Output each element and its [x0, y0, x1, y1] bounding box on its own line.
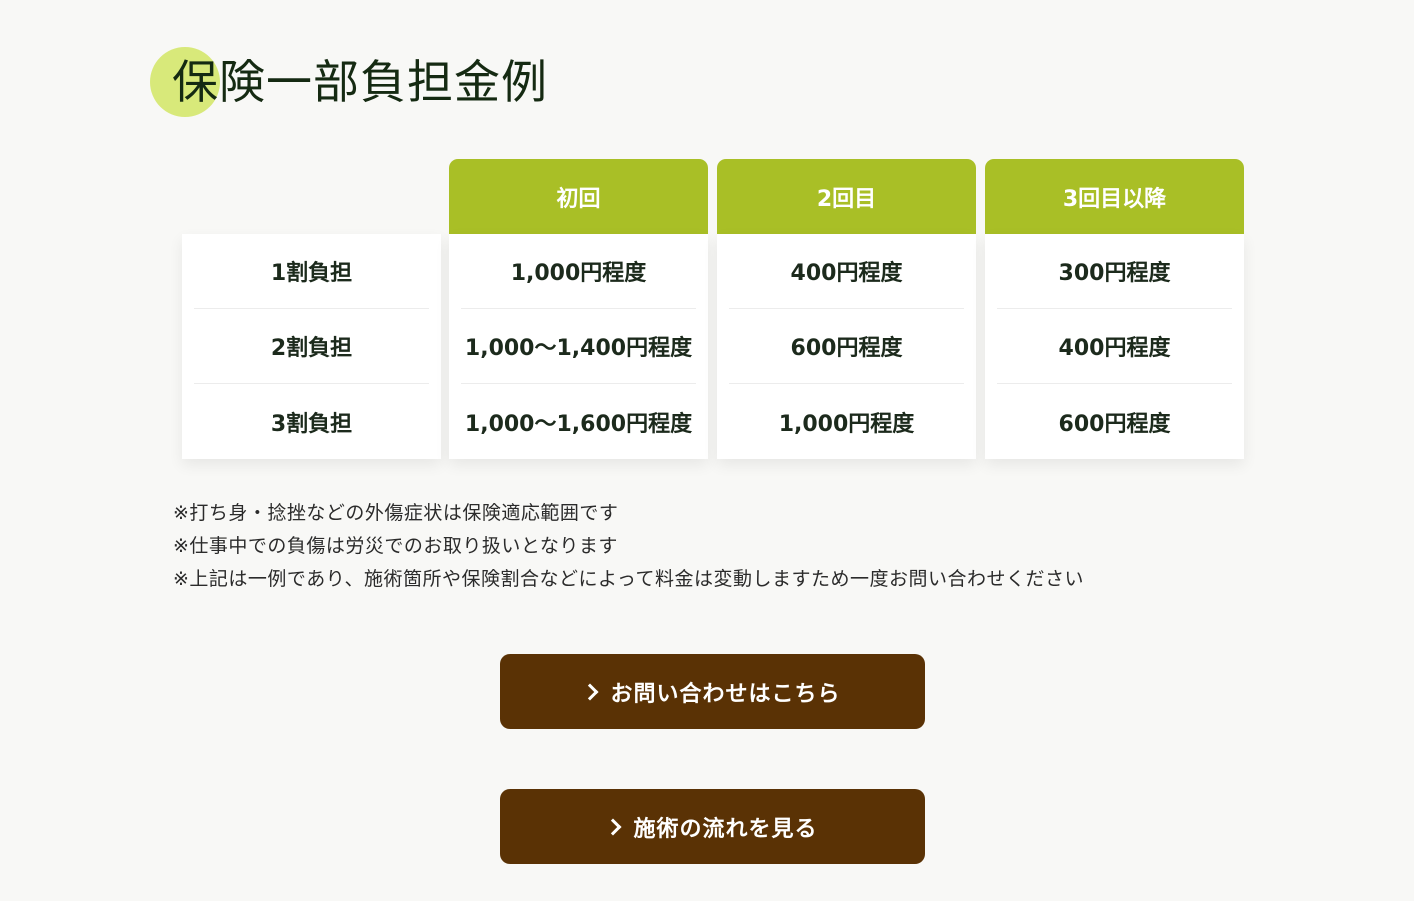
table-column-body: 1割負担 2割負担 3割負担 — [182, 234, 441, 459]
table-column-body: 400円程度 600円程度 1,000円程度 — [717, 234, 976, 459]
contact-button-label: お問い合わせはこちら — [610, 681, 841, 707]
page-title: 保険一部負担金例 — [172, 55, 548, 109]
table-column-body: 1,000円程度 1,000〜1,400円程度 1,000〜1,600円程度 — [449, 234, 708, 459]
treatment-flow-button[interactable]: 施術の流れを見る — [500, 789, 925, 864]
table-column-first: 初回 1,000円程度 1,000〜1,400円程度 1,000〜1,600円程… — [449, 159, 708, 459]
notes-list: ※打ち身・捻挫などの外傷症状は保険適応範囲です ※仕事中での負傷は労災でのお取り… — [173, 497, 1273, 596]
chevron-right-icon — [581, 683, 599, 701]
table-cell: 600円程度 — [729, 309, 964, 384]
table-cell: 600円程度 — [1058, 411, 1171, 437]
section-heading: 保険一部負担金例 — [150, 47, 548, 119]
chevron-right-icon — [604, 818, 622, 836]
table-header-first: 初回 — [449, 159, 708, 234]
table-cell: 1,000〜1,400円程度 — [461, 309, 696, 384]
table-cell: 1,000〜1,600円程度 — [464, 411, 693, 437]
row-label-3wari: 3割負担 — [270, 411, 353, 437]
table-cell: 300円程度 — [997, 234, 1232, 309]
table-column-burden: 1割負担 2割負担 3割負担 — [182, 159, 441, 459]
table-cell: 400円程度 — [997, 309, 1232, 384]
note-item: ※上記は一例であり、施術箇所や保険割合などによって料金は変動しますため一度お問い… — [173, 568, 1084, 590]
table-cell: 1,000円程度 — [461, 234, 696, 309]
table-column-body: 300円程度 400円程度 600円程度 — [985, 234, 1244, 459]
table-column-third-onward: 3回目以降 300円程度 400円程度 600円程度 — [985, 159, 1244, 459]
table-header-third-onward: 3回目以降 — [985, 159, 1244, 234]
contact-button[interactable]: お問い合わせはこちら — [500, 654, 925, 729]
table-column-second: 2回目 400円程度 600円程度 1,000円程度 — [717, 159, 976, 459]
treatment-flow-button-label: 施術の流れを見る — [633, 816, 818, 842]
table-header-second: 2回目 — [717, 159, 976, 234]
insurance-price-table: 1割負担 2割負担 3割負担 初回 1,000円程度 1,000〜1,400円程… — [182, 159, 1244, 459]
table-header-empty — [182, 159, 441, 234]
row-label-2wari: 2割負担 — [194, 309, 429, 384]
table-cell: 400円程度 — [729, 234, 964, 309]
row-label-1wari: 1割負担 — [194, 234, 429, 309]
note-item: ※打ち身・捻挫などの外傷症状は保険適応範囲です — [173, 502, 619, 524]
table-cell: 1,000円程度 — [778, 411, 915, 437]
page: 保険一部負担金例 1割負担 2割負担 3割負担 初回 1,000円程度 1,00… — [0, 0, 1414, 901]
note-item: ※仕事中での負傷は労災でのお取り扱いとなります — [173, 535, 618, 557]
